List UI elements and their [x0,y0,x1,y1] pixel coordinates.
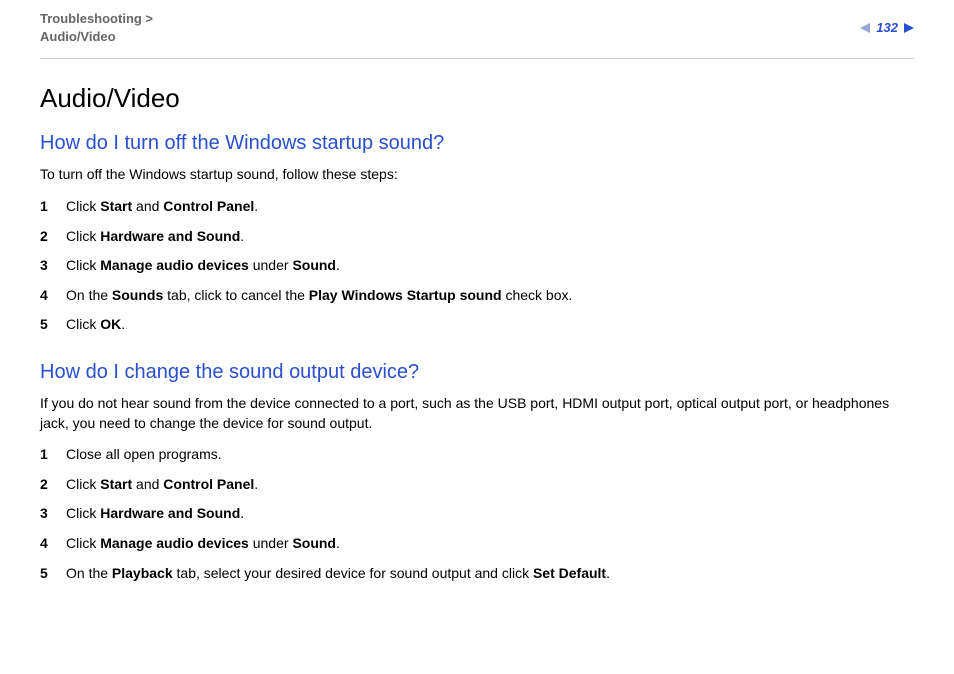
step-item: 4Click Manage audio devices under Sound. [40,534,914,554]
section-intro: To turn off the Windows startup sound, f… [40,165,914,185]
breadcrumb: Troubleshooting > Audio/Video [40,10,153,46]
breadcrumb-parent: Troubleshooting > [40,11,153,26]
step-item: 2Click Hardware and Sound. [40,227,914,247]
step-number: 4 [40,534,66,554]
section-heading: How do I change the sound output device? [40,361,914,384]
step-item: 4On the Sounds tab, click to cancel the … [40,286,914,306]
prev-page-icon[interactable] [860,23,870,33]
step-number: 4 [40,286,66,306]
step-text: Click Start and Control Panel. [66,475,258,495]
steps-list: 1Click Start and Control Panel.2Click Ha… [40,197,914,335]
page-header: Troubleshooting > Audio/Video 132 [40,10,914,59]
step-number: 5 [40,564,66,584]
step-text: On the Sounds tab, click to cancel the P… [66,286,572,306]
step-number: 3 [40,256,66,276]
section-startup-sound: How do I turn off the Windows startup so… [40,132,914,335]
step-text: Click Manage audio devices under Sound. [66,534,340,554]
section-output-device: How do I change the sound output device?… [40,361,914,583]
step-text: Click OK. [66,315,125,335]
step-item: 1Close all open programs. [40,445,914,465]
step-number: 1 [40,445,66,465]
section-intro: If you do not hear sound from the device… [40,394,914,433]
steps-list: 1Close all open programs.2Click Start an… [40,445,914,583]
breadcrumb-current: Audio/Video [40,29,116,44]
pager: 132 [860,10,914,35]
step-number: 2 [40,475,66,495]
step-text: Click Hardware and Sound. [66,227,244,247]
step-number: 5 [40,315,66,335]
step-text: Click Start and Control Panel. [66,197,258,217]
step-item: 5Click OK. [40,315,914,335]
step-item: 5On the Playback tab, select your desire… [40,564,914,584]
page-title: Audio/Video [40,83,914,114]
step-text: On the Playback tab, select your desired… [66,564,610,584]
section-heading: How do I turn off the Windows startup so… [40,132,914,155]
step-text: Close all open programs. [66,445,222,465]
step-number: 2 [40,227,66,247]
step-text: Click Hardware and Sound. [66,504,244,524]
page-number: 132 [876,20,898,35]
step-number: 1 [40,197,66,217]
step-item: 1Click Start and Control Panel. [40,197,914,217]
next-page-icon[interactable] [904,23,914,33]
step-item: 3Click Manage audio devices under Sound. [40,256,914,276]
step-item: 3Click Hardware and Sound. [40,504,914,524]
step-number: 3 [40,504,66,524]
step-item: 2Click Start and Control Panel. [40,475,914,495]
step-text: Click Manage audio devices under Sound. [66,256,340,276]
